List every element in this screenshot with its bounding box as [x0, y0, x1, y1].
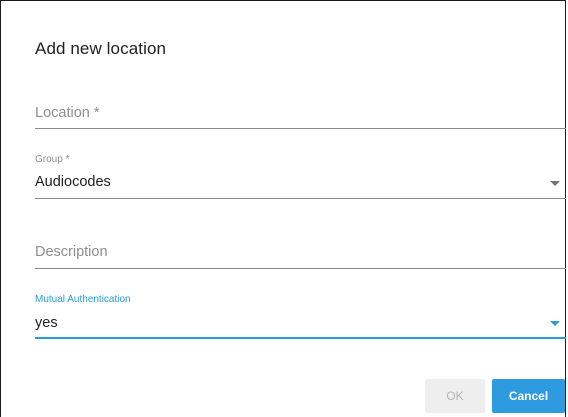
mutual-authentication-select[interactable]: Mutual Authentication yes	[35, 293, 566, 341]
location-placeholder: Location *	[35, 105, 100, 121]
description-field[interactable]: Description	[35, 237, 566, 271]
mutual-authentication-value: yes	[35, 315, 58, 331]
location-field[interactable]: Location *	[35, 99, 566, 131]
mutual-authentication-underline	[35, 337, 566, 339]
cancel-button[interactable]: Cancel	[492, 379, 565, 413]
group-label: Group *	[35, 154, 70, 165]
caret-down-icon	[550, 181, 560, 186]
group-select[interactable]: Group * Audiocodes	[35, 153, 566, 201]
caret-down-icon	[550, 321, 560, 326]
mutual-authentication-label: Mutual Authentication	[35, 294, 131, 305]
dialog-title: Add new location	[35, 39, 167, 58]
add-location-dialog: Add new location Location * Group * Audi…	[0, 0, 566, 417]
group-value: Audiocodes	[35, 174, 111, 190]
group-underline	[35, 198, 566, 199]
ok-button[interactable]: OK	[425, 379, 485, 413]
location-underline	[35, 128, 566, 129]
description-placeholder: Description	[35, 244, 108, 260]
description-underline	[35, 268, 566, 269]
